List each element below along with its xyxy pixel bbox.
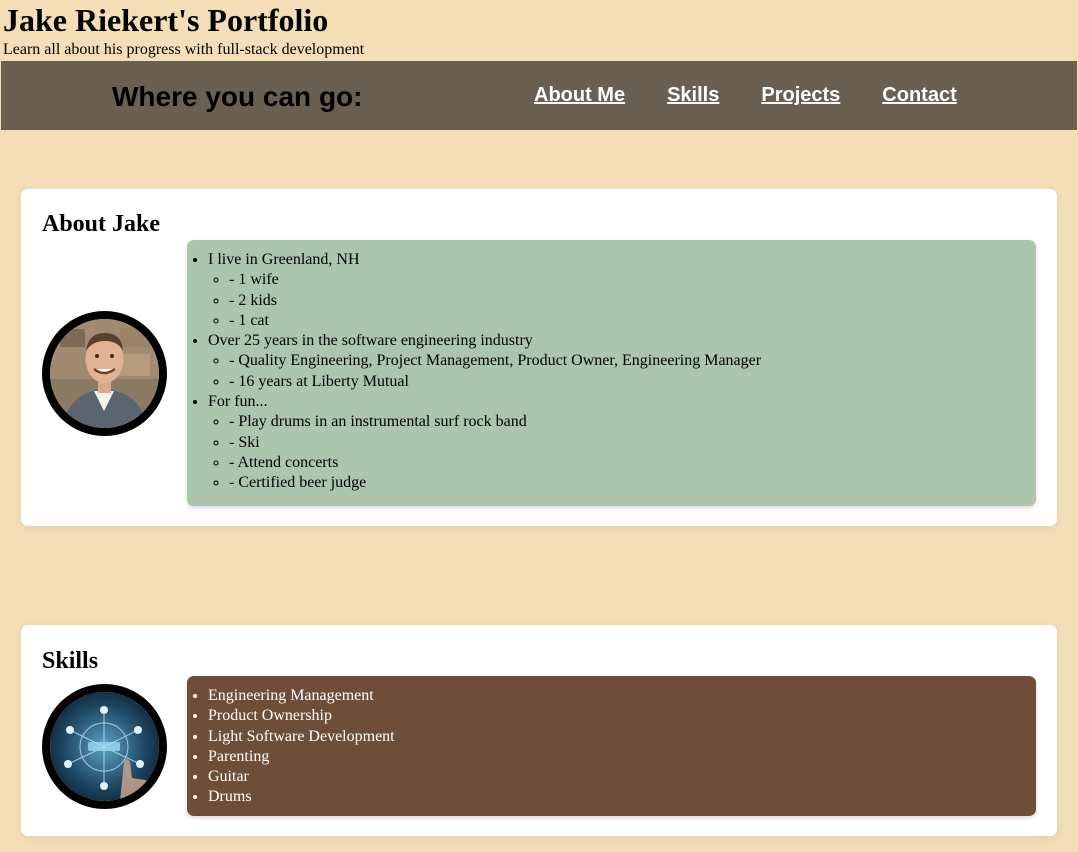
sub-list: - 1 wife - 2 kids - 1 cat: [208, 270, 1036, 331]
list-item: I live in Greenland, NH - 1 wife - 2 kid…: [208, 250, 1036, 331]
skills-card: Skills • Engineering Management • Produc…: [21, 625, 1057, 836]
sub-list-item: - 1 cat: [229, 311, 1036, 331]
page-title: Jake Riekert's Portfolio: [3, 2, 329, 38]
nav-links: About Me Skills Projects Contact: [534, 61, 999, 130]
list-item: Parenting: [208, 747, 1036, 767]
sub-list: - Play drums in an instrumental surf roc…: [208, 412, 1036, 493]
sub-list-item: - Certified beer judge: [229, 473, 1036, 493]
nav-link-contact[interactable]: Contact: [882, 84, 956, 107]
page-subtitle: Learn all about his progress with full-s…: [3, 41, 365, 58]
sub-list-item: - Ski: [229, 433, 1036, 453]
list-item: Guitar: [208, 767, 1036, 787]
list-item-text: For fun...: [208, 393, 268, 411]
sub-list-item: - 16 years at Liberty Mutual: [229, 372, 1036, 392]
list-item: For fun... - Play drums in an instrument…: [208, 392, 1036, 493]
about-title: About Jake: [42, 211, 161, 237]
sub-list-item: - Attend concerts: [229, 453, 1036, 473]
skills-list-box: Engineering Management Product Ownership…: [187, 676, 1036, 816]
about-list: I live in Greenland, NH - 1 wife - 2 kid…: [187, 240, 1036, 494]
sub-list-item: - Play drums in an instrumental surf roc…: [229, 412, 1036, 432]
nav-link-about-me[interactable]: About Me: [534, 84, 625, 107]
list-item: Product Ownership: [208, 706, 1036, 726]
list-item: Over 25 years in the software engineerin…: [208, 331, 1036, 392]
profile-photo-icon: [42, 311, 167, 436]
sub-list: - Quality Engineering, Project Managemen…: [208, 351, 1036, 392]
sub-list-item: - 2 kids: [229, 291, 1036, 311]
list-item: Light Software Development: [208, 727, 1036, 747]
skills-list: Engineering Management Product Ownership…: [187, 676, 1036, 808]
about-list-box: I live in Greenland, NH - 1 wife - 2 kid…: [187, 240, 1036, 506]
site-header: Jake Riekert's Portfolio Learn all about…: [0, 0, 1078, 61]
skills-title: Skills: [42, 648, 99, 674]
nav-link-projects[interactable]: Projects: [761, 84, 840, 107]
nav-heading: Where you can go:: [112, 81, 363, 112]
list-item: Drums: [208, 787, 1036, 807]
nav-link-skills[interactable]: Skills: [667, 84, 719, 107]
sub-list-item: - Quality Engineering, Project Managemen…: [229, 351, 1036, 371]
tech-network-image-icon: [42, 684, 167, 809]
list-item-text: I live in Greenland, NH: [208, 251, 360, 268]
sub-list-item: - 1 wife: [229, 270, 1036, 290]
top-nav: Where you can go: About Me Skills Projec…: [1, 61, 1077, 130]
list-item-text: Over 25 years in the software engineerin…: [208, 332, 533, 350]
list-item: Engineering Management: [208, 686, 1036, 706]
about-card: About Jake I live in Greenland, NH - 1 w…: [21, 189, 1057, 526]
